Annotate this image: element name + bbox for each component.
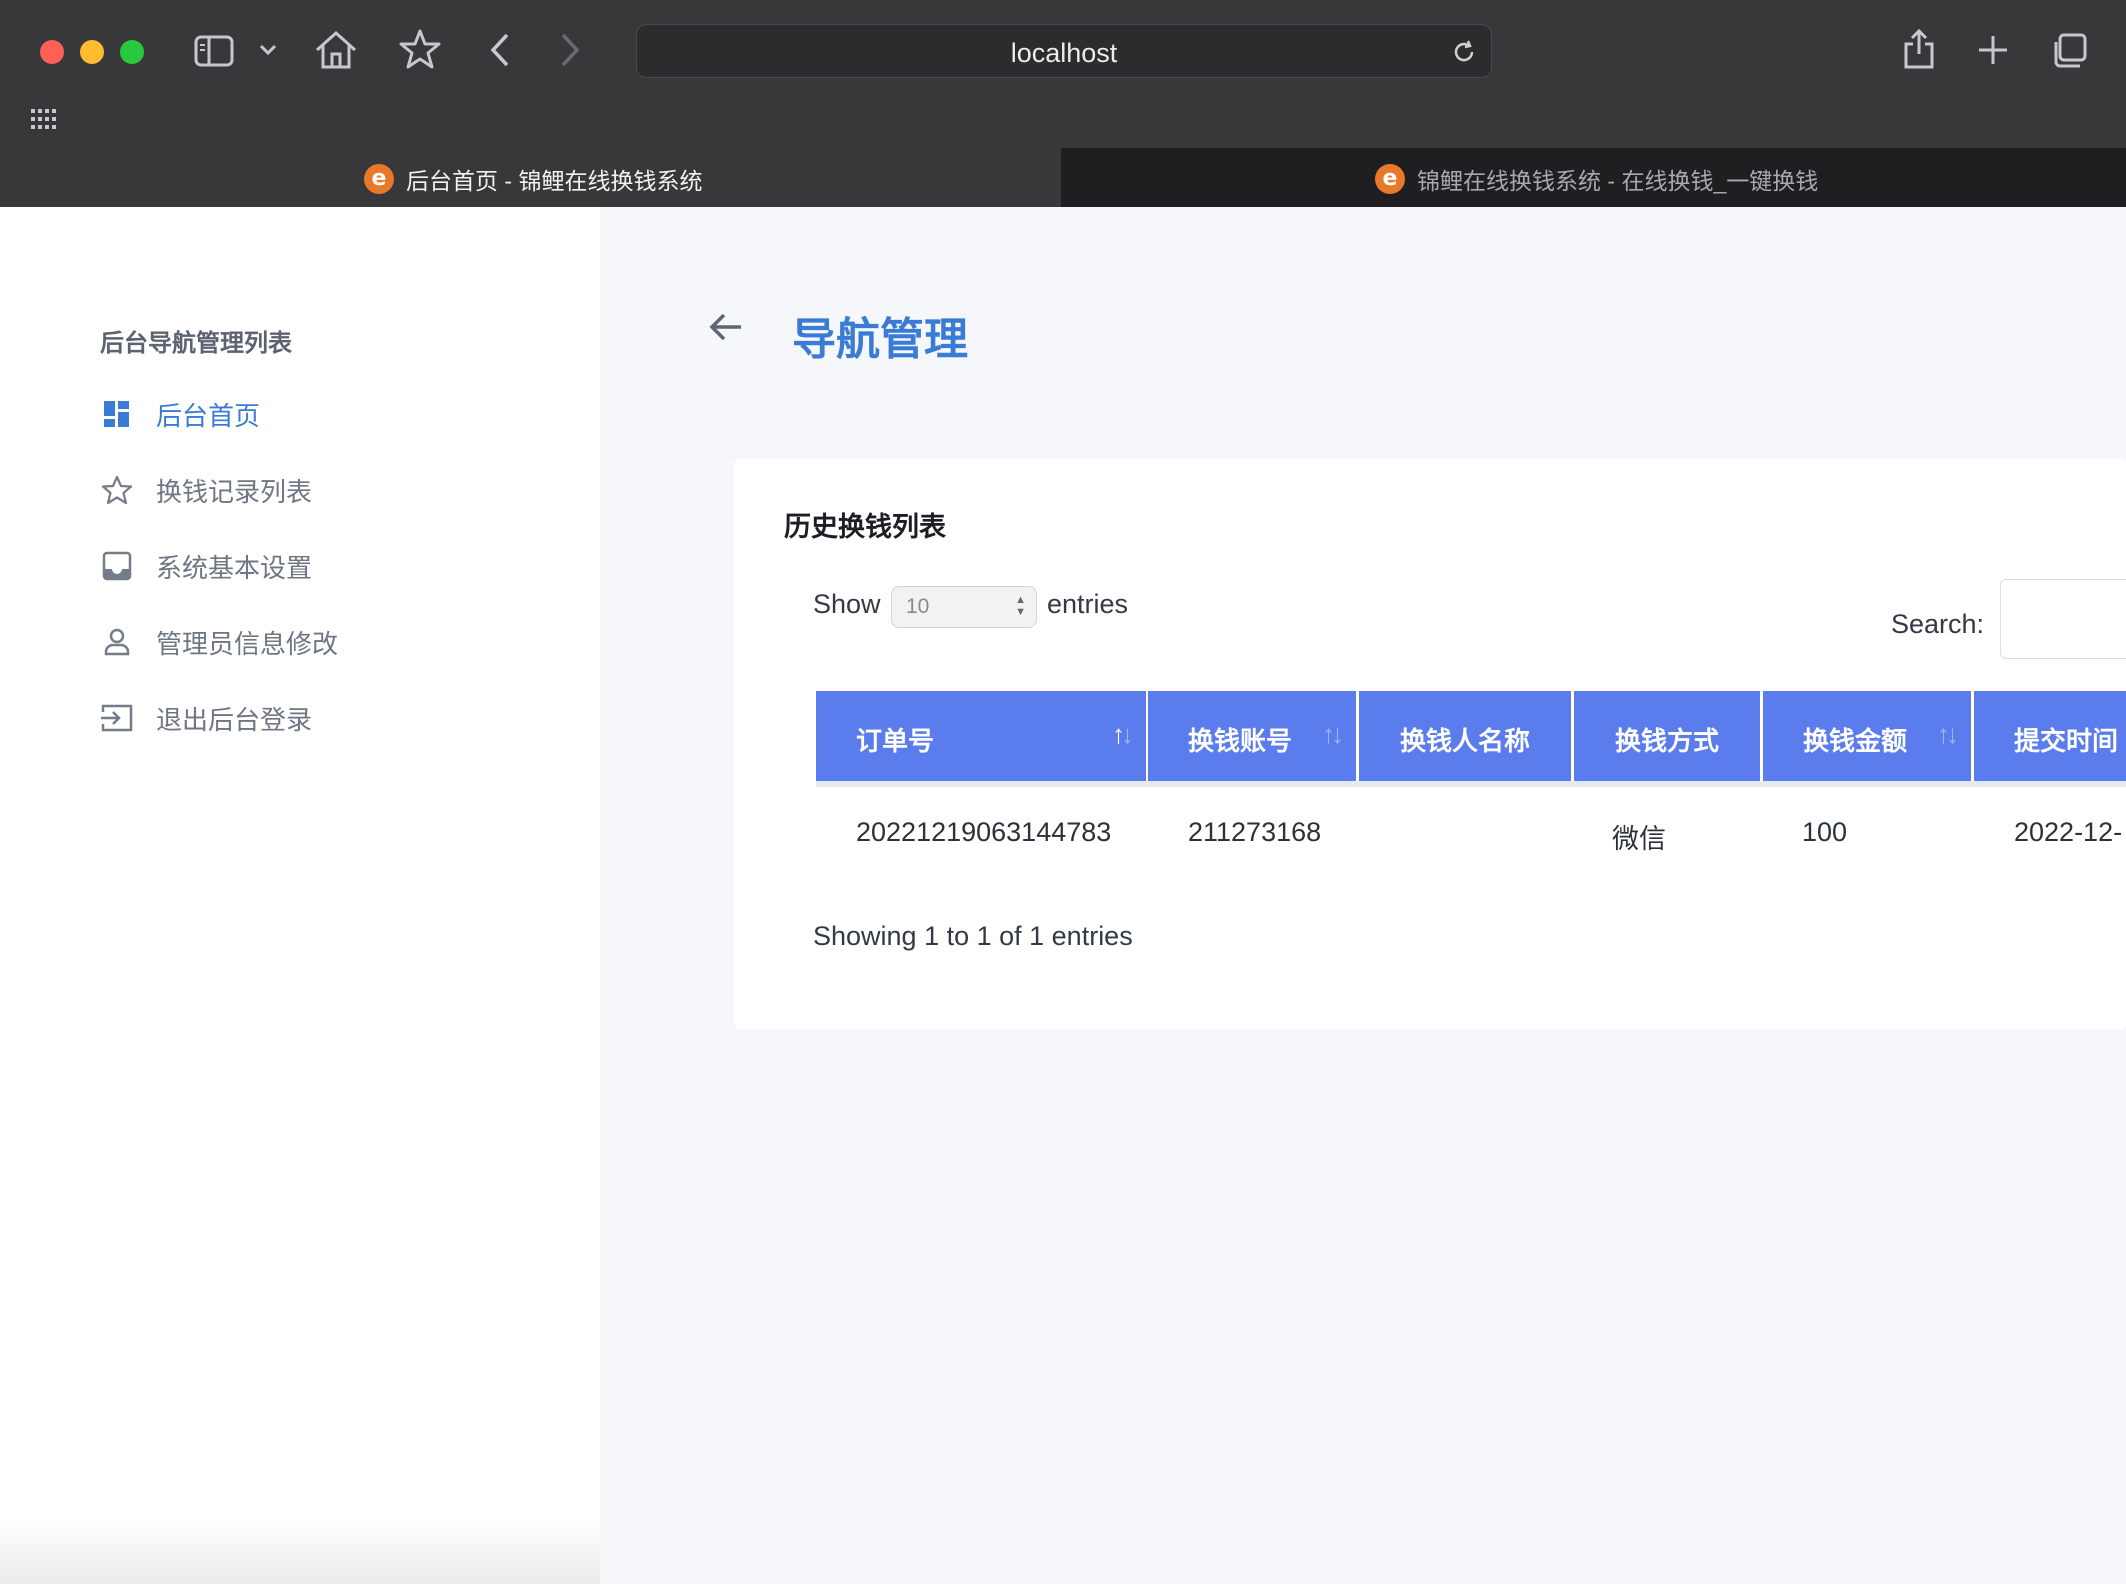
sidebar-item-admin-profile[interactable]: 管理员信息修改: [100, 617, 338, 667]
entries-per-page-select[interactable]: 10 ▲ ▼: [891, 586, 1037, 628]
main-content: 导航管理 历史换钱列表 Show 10 ▲ ▼ entries Search: 订…: [600, 207, 2126, 1584]
apps-grid-icon[interactable]: [30, 108, 58, 130]
site-favicon-icon: e: [364, 164, 394, 194]
table-info: Showing 1 to 1 of 1 entries: [813, 921, 1133, 951]
home-icon[interactable]: [314, 30, 358, 70]
maximize-window-button[interactable]: [120, 40, 144, 64]
sidebar: 后台导航管理列表 后台首页 换钱记录列表 系统基本设置 管理员信息修改 退出后台…: [0, 207, 600, 1584]
user-icon: [100, 625, 134, 659]
sidebar-item-exchange-records[interactable]: 换钱记录列表: [100, 465, 312, 515]
sort-icon: ↑↓: [1322, 719, 1344, 749]
sidebar-item-label: 系统基本设置: [156, 552, 313, 583]
select-arrows-icon: ▲ ▼: [1015, 594, 1026, 618]
cell-submit-time: 2022-12-: [2014, 817, 2123, 847]
share-icon[interactable]: [1902, 28, 1936, 70]
cell-method: 微信: [1612, 824, 1666, 854]
chevron-down-icon[interactable]: [258, 42, 278, 58]
tab-strip: e 后台首页 - 锦鲤在线换钱系统 e 锦鲤在线换钱系统 - 在线换钱_一键换钱: [0, 148, 2126, 207]
column-header-name[interactable]: 换钱人名称: [1359, 691, 1571, 781]
tab-title: 锦鲤在线换钱系统 - 在线换钱_一键换钱: [1417, 168, 1819, 194]
sidebar-toggle-icon[interactable]: [194, 34, 234, 68]
tab-overview-icon[interactable]: [2050, 32, 2088, 70]
page-title: 导航管理: [792, 315, 968, 364]
sidebar-item-label: 管理员信息修改: [156, 628, 339, 659]
star-icon: [100, 473, 134, 507]
back-arrow-icon[interactable]: [708, 311, 744, 348]
length-prefix: Show: [813, 589, 881, 619]
tab-admin-home[interactable]: e 后台首页 - 锦鲤在线换钱系统: [0, 148, 1061, 207]
history-card: 历史换钱列表 Show 10 ▲ ▼ entries Search: 订单号 ↑↓…: [734, 459, 2126, 1029]
sidebar-item-label: 退出后台登录: [156, 704, 313, 735]
tab-title: 后台首页 - 锦鲤在线换钱系统: [406, 168, 703, 194]
sidebar-item-label: 换钱记录列表: [156, 476, 313, 507]
dashboard-icon: [100, 397, 134, 431]
entries-per-page-value: 10: [906, 595, 930, 618]
column-header-order-no[interactable]: 订单号 ↑↓: [816, 691, 1146, 781]
length-suffix: entries: [1047, 589, 1129, 619]
cell-account: 211273168: [1188, 817, 1322, 847]
browser-chrome: localhost e 后台首页 - 锦鲤在线换钱系统 e 锦鲤在线换钱系统 -…: [0, 0, 2126, 207]
card-title: 历史换钱列表: [784, 512, 946, 542]
sidebar-item-dashboard[interactable]: 后台首页: [100, 389, 260, 439]
bookmark-star-icon[interactable]: [399, 28, 441, 70]
sort-icon: ↑↓: [1937, 719, 1959, 749]
forward-icon[interactable]: [558, 32, 582, 68]
search-label: Search:: [1891, 609, 1985, 639]
site-favicon-icon: e: [1375, 164, 1405, 194]
sort-icon: ↑↓: [1112, 719, 1134, 749]
column-header-amount[interactable]: 换钱金额 ↑↓: [1763, 691, 1971, 781]
sidebar-item-logout[interactable]: 退出后台登录: [100, 693, 312, 743]
close-window-button[interactable]: [40, 40, 64, 64]
logout-icon: [100, 701, 134, 735]
tab-frontend[interactable]: e 锦鲤在线换钱系统 - 在线换钱_一键换钱: [1061, 148, 2126, 207]
new-tab-icon[interactable]: [1977, 34, 2009, 66]
cell-order-no: 20221219063144783: [856, 817, 1112, 847]
search-input[interactable]: [2000, 579, 2126, 659]
sidebar-title: 后台导航管理列表: [100, 330, 292, 357]
cell-amount: 100: [1802, 817, 1848, 847]
sidebar-item-label: 后台首页: [156, 400, 261, 431]
inbox-icon: [100, 549, 134, 583]
minimize-window-button[interactable]: [80, 40, 104, 64]
url-text: localhost: [1010, 38, 1118, 68]
bottom-shadow: [0, 1514, 600, 1584]
column-header-submit-time[interactable]: 提交时间: [1974, 691, 2126, 781]
column-header-method[interactable]: 换钱方式: [1574, 691, 1760, 781]
sidebar-item-system-settings[interactable]: 系统基本设置: [100, 541, 312, 591]
column-header-account[interactable]: 换钱账号 ↑↓: [1148, 691, 1356, 781]
back-icon[interactable]: [488, 32, 512, 68]
header-divider: [816, 781, 2126, 787]
reload-icon[interactable]: [1451, 39, 1477, 70]
address-bar[interactable]: localhost: [636, 24, 1492, 78]
